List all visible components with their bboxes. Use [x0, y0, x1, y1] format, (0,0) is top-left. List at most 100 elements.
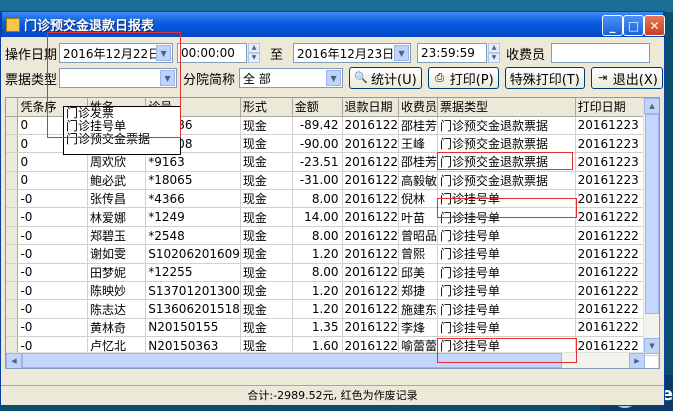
table-cell[interactable]: N20150155 [145, 318, 241, 338]
table-cell[interactable]: -0 [17, 299, 88, 319]
table-cell[interactable]: -0 [17, 226, 88, 246]
table-cell[interactable]: -0 [17, 281, 88, 301]
spin-down-icon[interactable]: ▼ [248, 53, 261, 63]
print-button[interactable]: ⎙ 打印(P) [427, 67, 499, 89]
column-header[interactable]: 退款日期 [342, 98, 399, 117]
chevron-down-icon[interactable]: ▼ [326, 70, 342, 86]
table-cell[interactable]: 2016122 [342, 134, 399, 154]
table-cell[interactable]: 现金 [240, 207, 293, 227]
column-header[interactable]: 形式 [240, 98, 293, 117]
table-cell[interactable]: 门诊挂号单 [437, 318, 576, 338]
table-row[interactable]: -0 黄林奇 N20150155 现金 1.35 2016122 李烽 门诊挂号单 201612… [6, 318, 659, 338]
scroll-up-icon[interactable]: ▲ [644, 98, 659, 114]
end-date-picker[interactable]: 2016年12月23日星 ▼ [293, 43, 412, 63]
table-cell[interactable]: S13606201518 [145, 299, 241, 319]
table-cell[interactable]: 倪林 [398, 189, 439, 209]
table-cell[interactable]: 8.00 [292, 189, 343, 209]
branch-select[interactable]: 全 部 ▼ [239, 68, 344, 88]
table-cell[interactable]: 2016122 [342, 226, 399, 246]
table-cell[interactable]: 门诊挂号单 [437, 299, 576, 319]
start-time-field[interactable]: 00:00:00 [177, 43, 248, 63]
table-cell[interactable]: 1.20 [292, 299, 343, 319]
table-cell[interactable]: *9163 [145, 152, 241, 172]
table-cell[interactable]: S13701201300 [145, 281, 241, 301]
table-cell[interactable]: -0 [17, 189, 88, 209]
table-cell[interactable]: 2016122 [342, 207, 399, 227]
table-cell[interactable]: 2016122 [342, 244, 399, 264]
table-cell[interactable]: 曾昭品 [398, 226, 439, 246]
table-cell[interactable]: 门诊挂号单 [437, 263, 576, 283]
close-button[interactable]: ✕ [644, 15, 665, 36]
table-cell[interactable]: 2016122 [342, 171, 399, 191]
table-cell[interactable]: 0 [17, 171, 88, 191]
table-row[interactable]: -0 郑碧玉 *2548 现金 8.00 2016122 曾昭品 门诊挂号单 20161222 [6, 226, 659, 246]
table-cell[interactable]: 门诊挂号单 [437, 281, 576, 301]
table-cell[interactable]: 2016122 [342, 299, 399, 319]
table-cell[interactable]: 田梦妮 [87, 263, 147, 283]
table-cell[interactable]: 1.35 [292, 318, 343, 338]
table-cell[interactable]: 现金 [240, 116, 293, 135]
table-cell[interactable]: 门诊挂号单 [437, 226, 576, 246]
column-header[interactable]: 金额 [292, 98, 343, 117]
exit-button[interactable]: ⇥ 退出(X) [590, 67, 663, 89]
table-cell[interactable]: -90.00 [292, 134, 343, 154]
table-cell[interactable]: 门诊预交金退款票据 [437, 116, 576, 135]
table-cell[interactable]: 2016122 [342, 281, 399, 301]
column-header[interactable]: 票据类型 [437, 98, 576, 117]
table-cell[interactable]: 邵桂芳 [398, 116, 439, 135]
table-cell[interactable]: -31.00 [292, 171, 343, 191]
end-time-field[interactable]: 23:59:59 [417, 43, 488, 63]
table-cell[interactable]: 王峰 [398, 134, 439, 154]
table-cell[interactable]: 邵桂芳 [398, 152, 439, 172]
table-cell[interactable]: 2016122 [342, 263, 399, 283]
chevron-down-icon[interactable]: ▼ [394, 45, 410, 61]
table-cell[interactable]: 郑碧玉 [87, 226, 147, 246]
table-cell[interactable]: 现金 [240, 171, 293, 191]
scroll-right-icon[interactable]: ▶ [629, 353, 645, 368]
vertical-scroll-thumb[interactable] [645, 114, 659, 314]
table-cell[interactable]: S10206201609 [145, 244, 241, 264]
table-cell[interactable]: 施建东 [398, 299, 439, 319]
table-cell[interactable]: -0 [17, 207, 88, 227]
table-cell[interactable]: 0 [17, 152, 88, 172]
spin-up-icon[interactable]: ▲ [488, 43, 501, 53]
table-cell[interactable]: 8.00 [292, 226, 343, 246]
table-cell[interactable]: 现金 [240, 134, 293, 154]
start-time-spinner[interactable]: ▲ ▼ [248, 43, 261, 63]
table-cell[interactable]: 现金 [240, 226, 293, 246]
table-cell[interactable]: 郑捷 [398, 281, 439, 301]
table-cell[interactable]: *2548 [145, 226, 241, 246]
table-cell[interactable]: 陈映妙 [87, 281, 147, 301]
table-cell[interactable]: 门诊预交金退款票据 [437, 171, 576, 191]
table-cell[interactable]: -0 [17, 263, 88, 283]
table-cell[interactable]: -0 [17, 244, 88, 264]
table-cell[interactable]: 曾熙 [398, 244, 439, 264]
table-row[interactable]: -0 陈志达 S13606201518 现金 1.20 2016122 施建东 门诊挂号单 20… [6, 299, 659, 319]
table-cell[interactable]: 林爱娜 [87, 207, 147, 227]
table-cell[interactable]: *1249 [145, 207, 241, 227]
maximize-button[interactable]: □ [623, 15, 644, 36]
table-cell[interactable]: 现金 [240, 244, 293, 264]
table-row[interactable]: -0 谢如雯 S10206201609 现金 1.20 2016122 曾熙 门诊挂号单 201… [6, 244, 659, 264]
table-row[interactable]: -0 陈映妙 S13701201300 现金 1.20 2016122 郑捷 门诊挂号单 201… [6, 281, 659, 301]
table-cell[interactable]: 张传昌 [87, 189, 147, 209]
table-cell[interactable]: *4366 [145, 189, 241, 209]
table-cell[interactable]: 现金 [240, 318, 293, 338]
table-cell[interactable]: 门诊预交金退款票据 [437, 134, 576, 154]
table-cell[interactable]: 现金 [240, 189, 293, 209]
table-cell[interactable]: -0 [17, 318, 88, 338]
table-cell[interactable]: 叶苗 [398, 207, 439, 227]
special-print-button[interactable]: 特殊打印(T) [504, 67, 585, 89]
table-cell[interactable]: 2016122 [342, 318, 399, 338]
table-cell[interactable]: 2016122 [342, 152, 399, 172]
cashier-input[interactable] [551, 43, 651, 63]
table-cell[interactable]: -23.51 [292, 152, 343, 172]
table-cell[interactable]: 现金 [240, 299, 293, 319]
table-cell[interactable]: 门诊挂号单 [437, 244, 576, 264]
table-cell[interactable]: *12255 [145, 263, 241, 283]
table-row[interactable]: -0 田梦妮 *12255 现金 8.00 2016122 邱美 门诊挂号单 20161222 [6, 263, 659, 283]
stats-button[interactable]: 🔍 统计(U) [349, 67, 422, 89]
table-cell[interactable]: 现金 [240, 281, 293, 301]
table-cell[interactable]: 陈志达 [87, 299, 147, 319]
table-row[interactable]: 0 鲍必武 *18065 现金 -31.00 2016122 高毅敏 门诊预交金退款票据 201… [6, 171, 659, 191]
